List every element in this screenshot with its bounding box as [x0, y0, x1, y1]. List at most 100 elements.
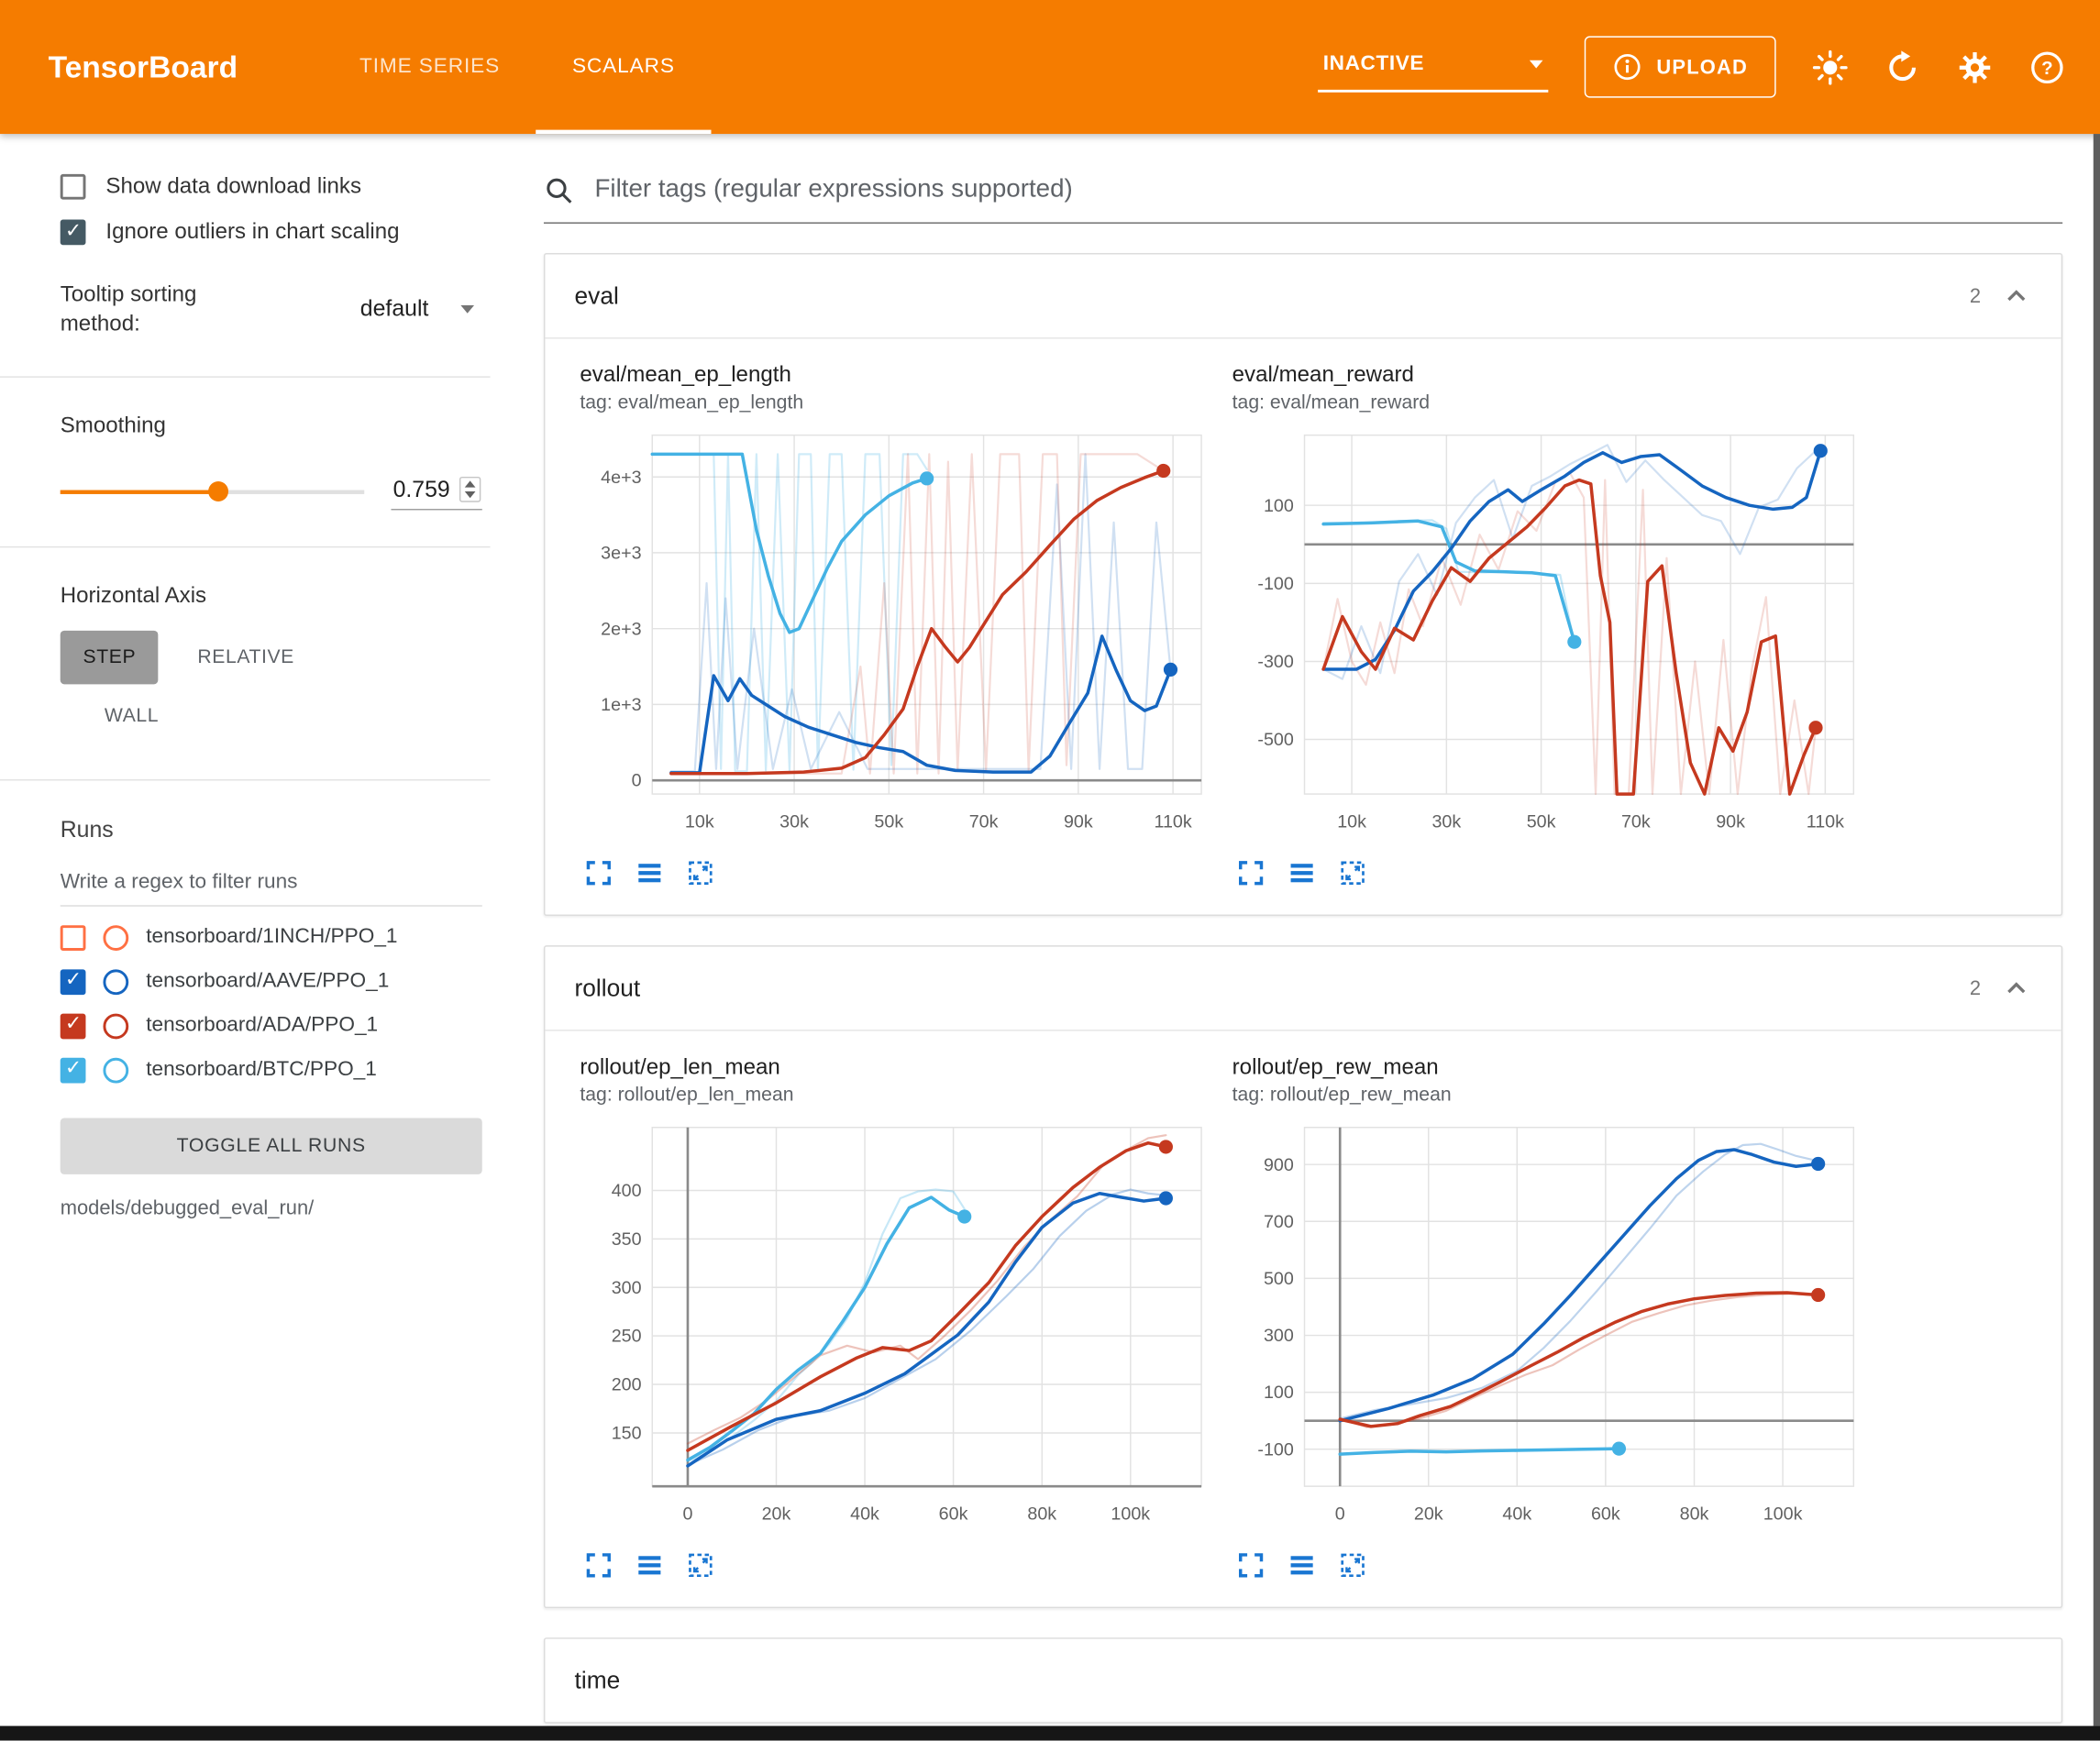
- svg-text:100: 100: [1264, 496, 1294, 516]
- svg-text:0: 0: [1335, 1504, 1345, 1525]
- runs-filter-input[interactable]: [61, 862, 482, 906]
- svg-text:70k: 70k: [1621, 812, 1651, 832]
- data-series-icon[interactable]: [635, 858, 664, 887]
- smoothing-slider[interactable]: [61, 490, 365, 493]
- run-checkbox[interactable]: [61, 969, 86, 995]
- card-time-header[interactable]: time: [545, 1639, 2061, 1723]
- fit-to-data-icon[interactable]: [686, 1550, 715, 1580]
- smoothing-label: Smoothing: [61, 413, 482, 439]
- svg-text:70k: 70k: [969, 812, 999, 832]
- runs-section-title: Runs: [61, 816, 482, 843]
- card-eval-header[interactable]: eval 2: [545, 254, 2061, 337]
- chart-canvas-rollout-ep-rew-mean[interactable]: 020k40k60k80k100k900700500300100-100: [1232, 1114, 1862, 1542]
- run-row-aave[interactable]: tensorboard/AAVE/PPO_1: [61, 969, 482, 995]
- dashboard-main: eval 2 eval/mean_ep_length tag: eval/mea…: [523, 134, 2100, 1741]
- ignore-outliers-row[interactable]: Ignore outliers in chart scaling: [61, 220, 482, 246]
- tab-scalars[interactable]: SCALARS: [536, 0, 712, 134]
- chart-toolbar: [1232, 858, 1884, 887]
- svg-text:350: 350: [612, 1229, 642, 1250]
- run-color-circle[interactable]: [103, 925, 128, 951]
- run-row-btc[interactable]: tensorboard/BTC/PPO_1: [61, 1057, 482, 1083]
- horizontal-axis-label: Horizontal Axis: [61, 583, 482, 609]
- settings-gear-icon[interactable]: [1957, 49, 1993, 84]
- collapse-chevron-up-icon[interactable]: [2001, 281, 2032, 312]
- axis-option-step[interactable]: STEP: [61, 630, 159, 683]
- chart-toolbar: [1232, 1550, 1884, 1580]
- info-icon: [1612, 52, 1641, 82]
- chart-canvas-rollout-ep-len-mean[interactable]: 020k40k60k80k100k150200250300350400: [580, 1114, 1209, 1542]
- chart-rollout-ep-rew-mean: rollout/ep_rew_mean tag: rollout/ep_rew_…: [1232, 1055, 1884, 1581]
- collapse-chevron-up-icon[interactable]: [2001, 973, 2032, 1004]
- svg-text:10k: 10k: [685, 812, 714, 832]
- show-download-links-checkbox[interactable]: [61, 174, 86, 200]
- svg-text:4e+3: 4e+3: [601, 468, 641, 488]
- svg-text:100: 100: [1264, 1383, 1294, 1403]
- data-series-icon[interactable]: [1288, 1550, 1317, 1580]
- run-row-ada[interactable]: tensorboard/ADA/PPO_1: [61, 1013, 482, 1039]
- chart-tag: tag: eval/mean_ep_length: [580, 392, 1232, 413]
- divider: [0, 545, 491, 546]
- svg-text:40k: 40k: [1502, 1504, 1531, 1525]
- card-title: eval: [575, 281, 619, 310]
- horizontal-axis-options: STEP RELATIVE WALL: [61, 630, 482, 743]
- data-status-dropdown[interactable]: INACTIVE: [1318, 41, 1548, 92]
- data-series-icon[interactable]: [635, 1550, 664, 1580]
- tab-time-series[interactable]: TIME SERIES: [324, 0, 536, 134]
- svg-text:-500: -500: [1257, 730, 1293, 750]
- toggle-all-runs-button[interactable]: TOGGLE ALL RUNS: [61, 1118, 482, 1174]
- maximize-chart-icon[interactable]: [584, 1550, 613, 1580]
- refresh-icon[interactable]: [1884, 49, 1920, 84]
- step-up-icon[interactable]: [465, 480, 476, 487]
- run-label: tensorboard/1INCH/PPO_1: [146, 925, 397, 949]
- svg-text:50k: 50k: [874, 812, 903, 832]
- maximize-chart-icon[interactable]: [584, 858, 613, 887]
- show-download-links-label: Show data download links: [105, 174, 361, 200]
- run-checkbox[interactable]: [61, 1057, 86, 1083]
- help-icon[interactable]: ?: [2029, 49, 2065, 84]
- svg-text:?: ?: [2041, 57, 2053, 78]
- svg-text:10k: 10k: [1337, 812, 1366, 832]
- data-series-icon[interactable]: [1288, 858, 1317, 887]
- search-icon: [544, 175, 575, 206]
- card-rollout-header[interactable]: rollout 2: [545, 947, 2061, 1030]
- ignore-outliers-checkbox[interactable]: [61, 220, 86, 246]
- run-color-circle[interactable]: [103, 1013, 128, 1039]
- upload-button[interactable]: UPLOAD: [1585, 36, 1776, 97]
- smoothing-slider-thumb[interactable]: [208, 481, 228, 501]
- run-color-circle[interactable]: [103, 1057, 128, 1083]
- svg-text:250: 250: [612, 1327, 642, 1347]
- step-down-icon[interactable]: [465, 491, 476, 498]
- axis-option-relative[interactable]: RELATIVE: [175, 630, 317, 683]
- filter-tags-input[interactable]: [592, 174, 2063, 206]
- svg-text:20k: 20k: [762, 1504, 791, 1525]
- run-row-1inch[interactable]: tensorboard/1INCH/PPO_1: [61, 925, 482, 951]
- run-checkbox[interactable]: [61, 925, 86, 951]
- chart-title: eval/mean_ep_length: [580, 363, 1232, 389]
- svg-text:40k: 40k: [850, 1504, 879, 1525]
- run-color-circle[interactable]: [103, 969, 128, 995]
- vertical-scrollbar[interactable]: [2094, 134, 2100, 1726]
- show-download-links-row[interactable]: Show data download links: [61, 174, 482, 200]
- maximize-chart-icon[interactable]: [1236, 1550, 1266, 1580]
- brightness-icon[interactable]: [1812, 49, 1848, 84]
- collapse-chevron-down-icon[interactable]: [2001, 1665, 2032, 1696]
- chart-eval-mean-ep-length: eval/mean_ep_length tag: eval/mean_ep_le…: [580, 363, 1232, 888]
- tooltip-sorting-select[interactable]: default: [360, 296, 474, 323]
- smoothing-stepper[interactable]: [459, 477, 481, 502]
- fit-to-data-icon[interactable]: [1338, 1550, 1367, 1580]
- axis-option-wall[interactable]: WALL: [82, 689, 182, 742]
- chart-canvas-eval-mean-reward[interactable]: 10k30k50k70k90k110k100-100-300-500: [1232, 422, 1862, 850]
- bottom-edge-bar: [0, 1726, 2100, 1741]
- fit-to-data-icon[interactable]: [686, 858, 715, 887]
- svg-text:-100: -100: [1257, 574, 1293, 594]
- maximize-chart-icon[interactable]: [1236, 858, 1266, 887]
- svg-text:80k: 80k: [1680, 1504, 1709, 1525]
- fit-to-data-icon[interactable]: [1338, 858, 1367, 887]
- chart-canvas-eval-mean-ep-length[interactable]: 10k30k50k70k90k110k01e+32e+33e+34e+3: [580, 422, 1209, 850]
- svg-text:1e+3: 1e+3: [601, 695, 641, 715]
- smoothing-value-input[interactable]: 0.759: [392, 473, 482, 509]
- run-checkbox[interactable]: [61, 1013, 86, 1039]
- divider: [0, 376, 491, 377]
- slider-fill: [61, 490, 219, 493]
- upload-label: UPLOAD: [1656, 56, 1748, 79]
